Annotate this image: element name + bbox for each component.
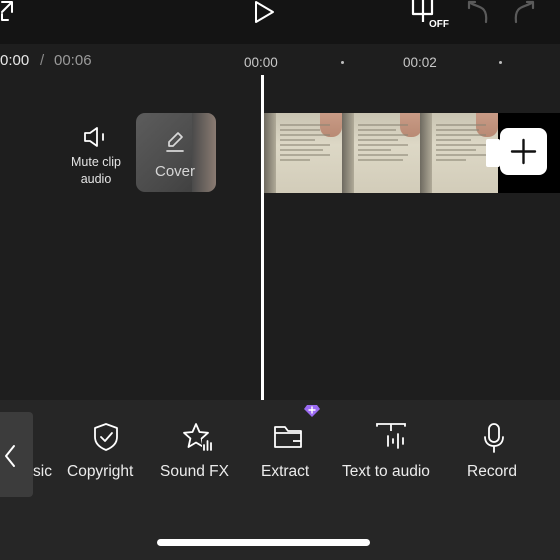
timeline-dot — [341, 61, 344, 64]
time-separator: / — [40, 52, 45, 69]
mute-clip-label: Mute clip audio — [70, 155, 122, 186]
tool-music-label: sic — [33, 463, 52, 480]
back-button[interactable] — [0, 412, 33, 497]
timeline-tick: 00:00 — [244, 55, 278, 70]
tool-text-to-audio-label: Text to audio — [342, 463, 430, 480]
tool-record-label: Record — [467, 463, 517, 480]
shield-check-icon — [92, 422, 120, 452]
chevron-left-icon — [3, 444, 17, 468]
tool-text-to-audio[interactable]: Text to audio — [341, 420, 445, 490]
cover-label: Cover — [154, 163, 195, 180]
tool-sound-fx[interactable]: Sound FX — [159, 420, 237, 490]
tool-extract-label: Extract — [261, 463, 310, 480]
tool-sound-fx-label: Sound FX — [160, 463, 229, 480]
redo-icon[interactable] — [512, 0, 536, 24]
add-clip-button[interactable] — [500, 128, 547, 175]
premium-diamond-icon — [303, 404, 321, 418]
timeline-dot — [499, 61, 502, 64]
magnet-off-icon[interactable]: OFF — [410, 0, 450, 30]
text-audio-icon — [375, 422, 409, 452]
timeline-tick: 00:02 — [403, 55, 437, 70]
clip-handle[interactable] — [486, 139, 500, 167]
total-time: 00:06 — [54, 52, 92, 69]
tool-record[interactable]: Record — [466, 420, 526, 490]
mute-clip-audio-button[interactable]: Mute clip audio — [60, 122, 132, 188]
video-thumbnail — [264, 113, 342, 193]
home-indicator[interactable] — [157, 539, 370, 546]
folder-icon — [273, 425, 303, 449]
star-sound-icon — [182, 422, 214, 452]
tool-music[interactable]: sic — [33, 420, 63, 490]
cover-button[interactable]: Cover — [136, 113, 216, 192]
play-icon[interactable] — [252, 0, 276, 24]
undo-icon[interactable] — [466, 0, 490, 24]
playhead[interactable] — [261, 75, 264, 402]
tool-copyright-label: Copyright — [67, 463, 134, 480]
svg-text:OFF: OFF — [429, 19, 449, 30]
microphone-icon — [482, 422, 506, 454]
pencil-icon — [164, 131, 186, 153]
tool-extract[interactable]: Extract — [258, 404, 320, 490]
current-time: 0:00 — [0, 52, 30, 69]
tool-copyright[interactable]: Copyright — [66, 420, 146, 490]
plus-icon — [510, 138, 537, 165]
fullscreen-icon[interactable] — [0, 0, 18, 22]
video-thumbnail — [342, 113, 420, 193]
speaker-icon — [83, 126, 109, 148]
